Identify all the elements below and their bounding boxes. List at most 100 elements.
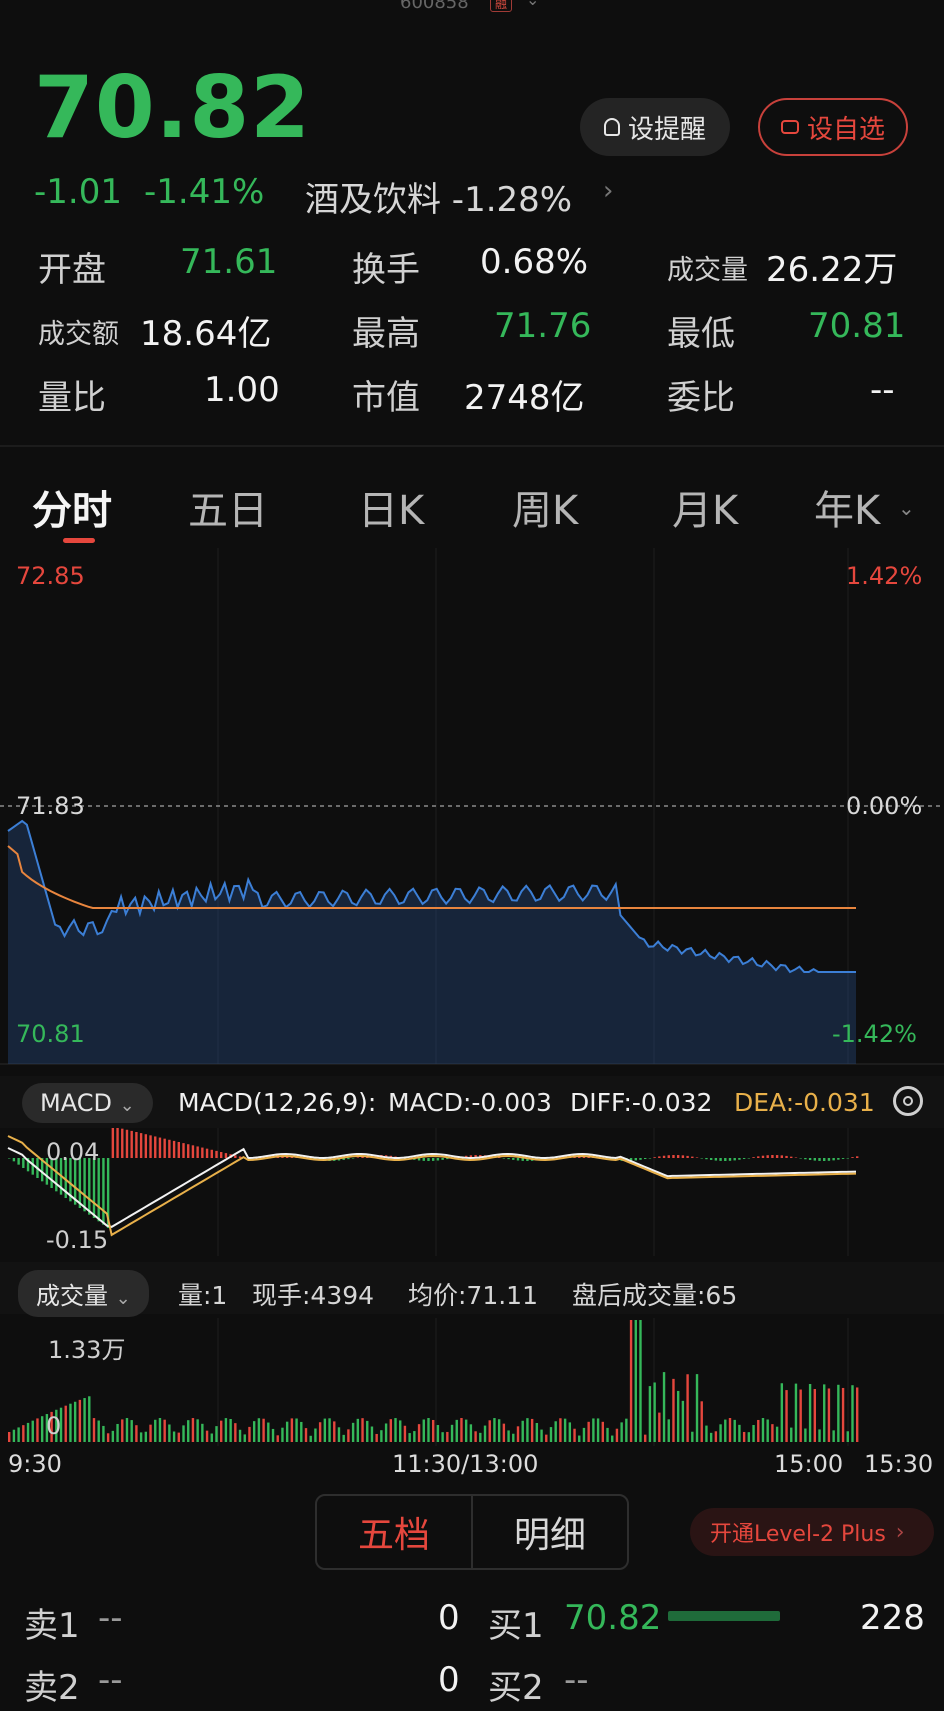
stat-label-open: 开盘	[38, 250, 106, 290]
volume-bar	[73, 1401, 77, 1442]
volume-bar	[460, 1418, 463, 1442]
volume-bar	[135, 1425, 138, 1442]
volume-bar	[163, 1419, 166, 1442]
macd-histogram-bar	[196, 1146, 199, 1158]
volume-bar	[804, 1428, 807, 1442]
volume-bar	[422, 1419, 425, 1442]
sector-link[interactable]: 酒及饮料 -1.28%	[305, 172, 572, 221]
macd-histogram-bar	[125, 1129, 129, 1158]
volume-bar	[384, 1423, 388, 1442]
volume-bar	[450, 1424, 454, 1442]
time-label-open: 9:30	[8, 1450, 62, 1478]
macd-histogram-bar	[512, 1158, 515, 1160]
time-label-midday: 11:30/13:00	[392, 1450, 539, 1478]
volume-bar	[333, 1421, 336, 1442]
macd-histogram-bar	[705, 1158, 708, 1160]
macd-histogram-bar	[662, 1155, 666, 1158]
volume-bar	[380, 1430, 383, 1442]
volume-selector[interactable]: 成交量 ⌄	[18, 1270, 149, 1317]
stat-value-high: 71.76	[494, 306, 592, 346]
volume-bar	[790, 1427, 793, 1442]
volume-bar	[399, 1420, 402, 1442]
macd-histogram-bar	[347, 1158, 350, 1160]
volume-bar	[314, 1428, 317, 1442]
volume-bar	[681, 1400, 685, 1442]
tab-monthly-k[interactable]: 月K	[672, 478, 738, 536]
volume-bar	[220, 1420, 223, 1442]
volume-bar	[276, 1435, 279, 1442]
tab-yearly-k[interactable]: 年K	[814, 478, 880, 536]
macd-histogram-bar	[139, 1133, 143, 1158]
volume-bar	[691, 1431, 694, 1442]
volume-bar	[441, 1432, 444, 1442]
stat-value-volume-ratio: 1.00	[204, 370, 280, 410]
add-favorite-label: 设自选	[806, 114, 885, 145]
volume-bars	[8, 1320, 859, 1442]
price-change: -1.01 -1.41%	[34, 172, 286, 212]
macd-histogram-bar	[724, 1158, 727, 1161]
macd-histogram-bar	[851, 1157, 854, 1158]
macd-histogram-bar	[780, 1155, 784, 1158]
macd-histogram-bar	[709, 1158, 713, 1160]
macd-histogram-bar	[808, 1158, 812, 1161]
chevron-down-icon[interactable]: ⌄	[526, 0, 539, 9]
volume-bar	[780, 1383, 784, 1442]
chevron-down-icon[interactable]: ⌄	[898, 496, 915, 520]
set-alert-button[interactable]: 设提醒	[580, 98, 730, 156]
stat-label-market-cap: 市值	[352, 378, 420, 418]
y-axis-mid-price: 71.83	[16, 792, 85, 820]
volume-bar	[182, 1425, 185, 1442]
macd-histogram-bar	[653, 1157, 656, 1158]
volume-bar	[832, 1430, 835, 1442]
volume-bar	[568, 1422, 572, 1442]
time-label-close: 15:00	[774, 1450, 844, 1478]
tab-five-day[interactable]: 五日	[188, 478, 268, 536]
volume-bar	[771, 1424, 774, 1442]
macd-histogram-bar	[351, 1158, 355, 1159]
volume-bar	[629, 1320, 633, 1442]
volume-bar	[601, 1421, 604, 1442]
chevron-right-icon: ›	[895, 1519, 905, 1545]
settings-gear-icon[interactable]	[893, 1086, 923, 1116]
macd-selector[interactable]: MACD ⌄	[22, 1083, 153, 1123]
macd-histogram-bar	[804, 1158, 807, 1160]
tab-daily-k[interactable]: 日K	[358, 478, 424, 536]
macd-histogram-bar	[719, 1158, 722, 1161]
tab-intraday[interactable]: 分时	[32, 478, 112, 536]
stock-code: 600858	[400, 0, 469, 13]
volume-bar	[686, 1374, 689, 1442]
stat-value-amount: 18.64亿	[140, 314, 272, 354]
volume-bar	[102, 1425, 105, 1442]
macd-chart	[7, 1128, 859, 1256]
macd-histogram-bar	[12, 1158, 16, 1162]
macd-histogram-bar	[823, 1158, 826, 1161]
volume-bar	[427, 1418, 430, 1442]
volume-bar	[714, 1431, 718, 1442]
buy2-price: --	[564, 1660, 589, 1700]
tab-five-levels[interactable]: 五档	[317, 1496, 471, 1568]
volume-bar	[201, 1423, 204, 1442]
stat-label-turnover: 换手	[352, 250, 420, 290]
intraday-chart[interactable]	[0, 548, 944, 1068]
volume-bar	[130, 1420, 133, 1442]
macd-histogram-bar	[168, 1139, 171, 1158]
chevron-right-icon[interactable]: ›	[603, 176, 613, 206]
volume-bar	[116, 1423, 119, 1442]
volume-bar	[97, 1420, 100, 1442]
volume-bar	[295, 1418, 298, 1442]
macd-histogram-bar	[22, 1158, 25, 1168]
macd-histogram-bar	[191, 1145, 195, 1158]
volume-bar	[229, 1418, 232, 1442]
volume-bar	[78, 1399, 82, 1442]
tab-weekly-k[interactable]: 周K	[512, 478, 578, 536]
add-favorite-button[interactable]: 设自选	[758, 98, 908, 156]
volume-bar	[125, 1418, 129, 1442]
volume-bar	[394, 1418, 397, 1442]
volume-bar	[281, 1427, 284, 1442]
level2-upgrade-button[interactable]: 开通Level-2 Plus ›	[690, 1508, 934, 1556]
tab-detail[interactable]: 明细	[473, 1496, 627, 1568]
macd-histogram-bar	[215, 1150, 218, 1158]
macd-histogram-bar	[775, 1155, 779, 1158]
volume-bar	[808, 1383, 812, 1442]
volume-bar	[799, 1389, 802, 1442]
